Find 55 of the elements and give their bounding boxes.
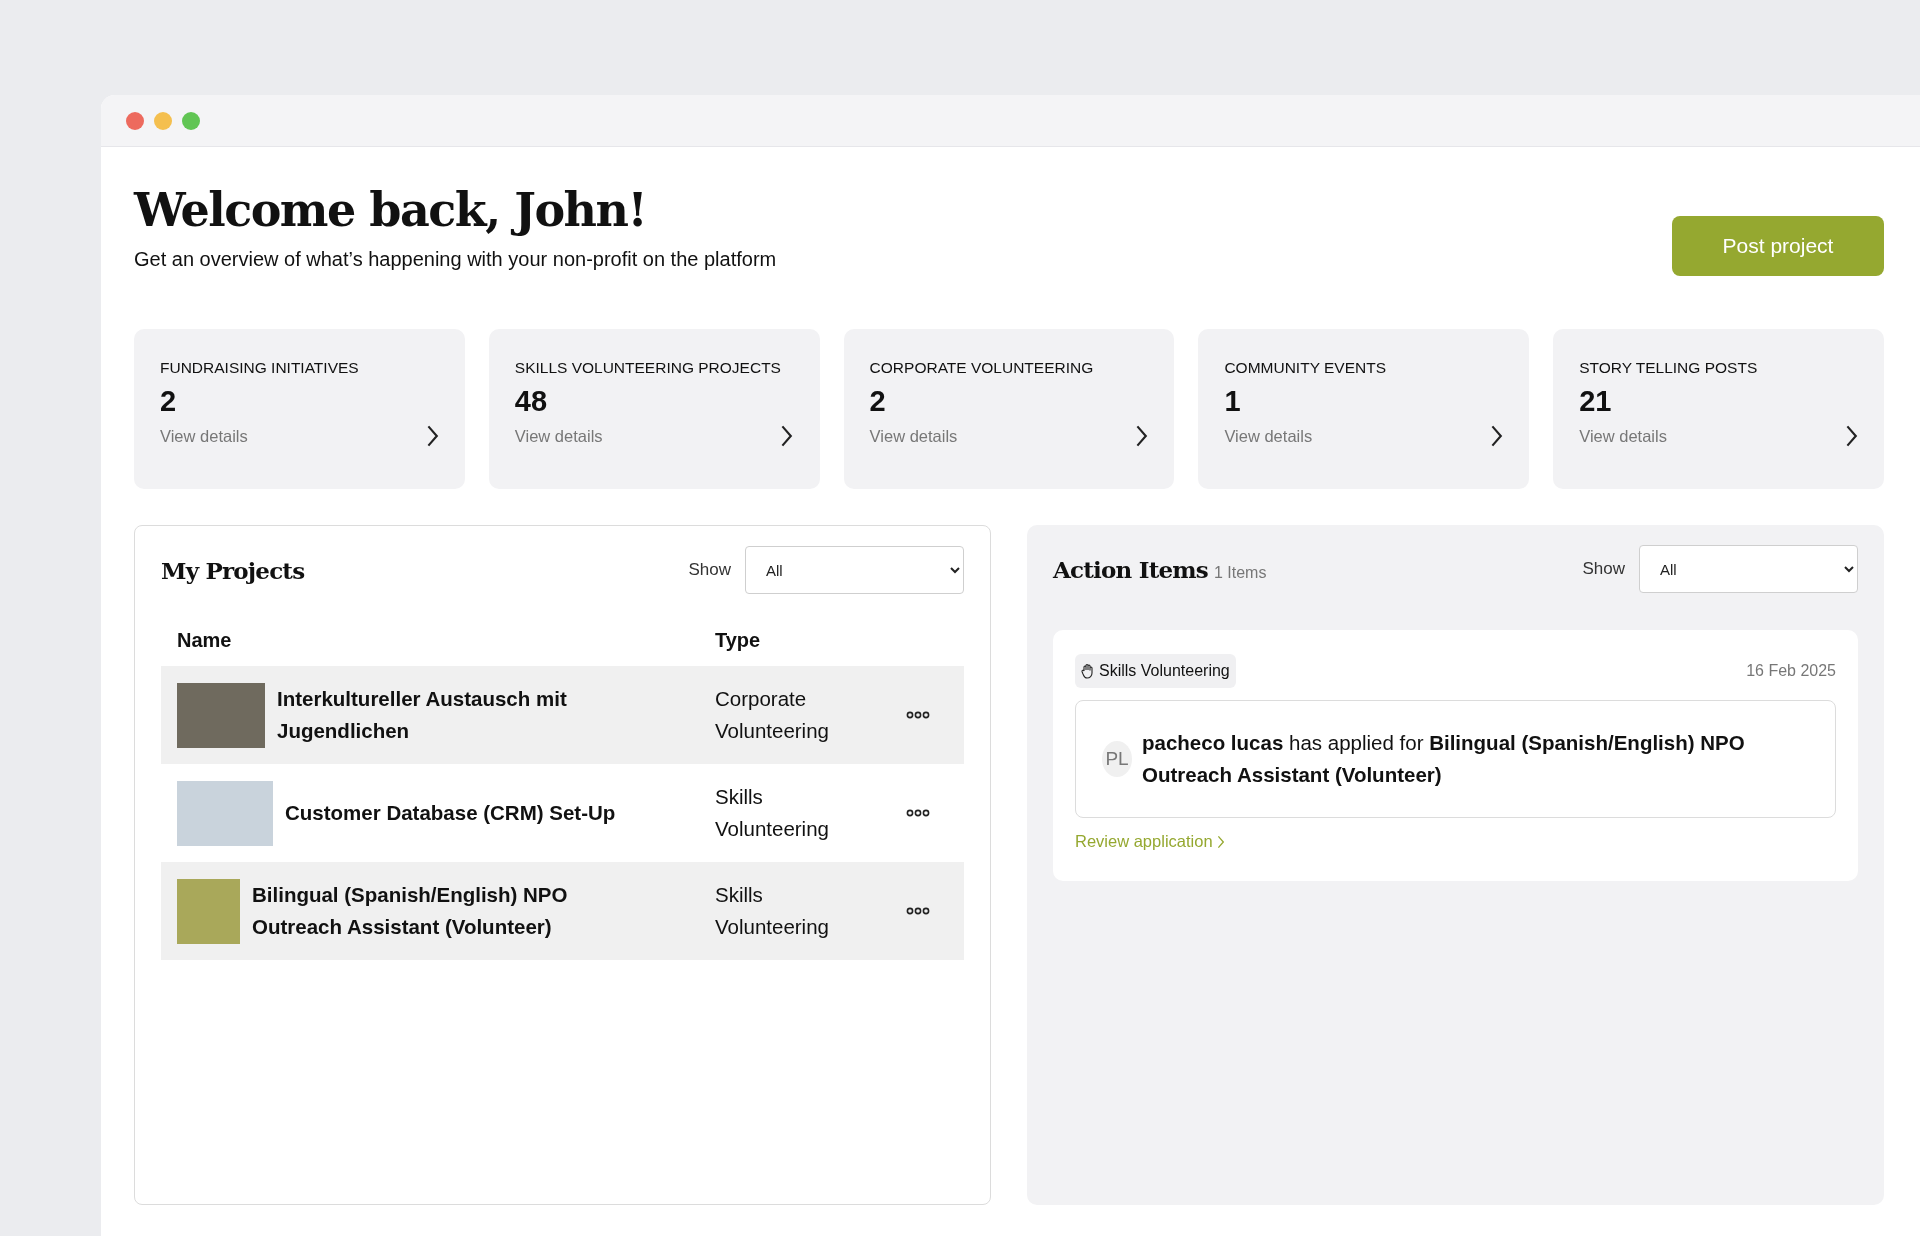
avatar: PL	[1102, 741, 1132, 777]
photo-placeholder	[177, 878, 240, 944]
chevron-right-icon	[425, 424, 439, 448]
view-details-link[interactable]: View details	[869, 426, 958, 446]
stat-card[interactable]: CORPORATE VOLUNTEERING 2 View details	[843, 329, 1175, 489]
stat-card[interactable]: STORY TELLING POSTS 21 View details	[1553, 329, 1884, 489]
stat-card[interactable]: COMMUNITY EVENTS 1 View details	[1198, 329, 1530, 489]
more-icon	[906, 907, 930, 915]
project-name: Customer Database (CRM) Set-Up	[285, 800, 616, 826]
stat-value: 21	[1579, 385, 1613, 418]
stat-value: 1	[1224, 385, 1242, 418]
filter-label: Show	[688, 560, 731, 580]
filter-label: Show	[1582, 559, 1625, 579]
hand-icon	[1081, 663, 1095, 679]
stat-label: CORPORATE VOLUNTEERING	[869, 359, 1095, 377]
stat-card[interactable]: FUNDRAISING INITIATIVES 2 View details	[134, 329, 465, 489]
column-header: Type	[715, 628, 762, 652]
chevron-right-icon	[1490, 424, 1504, 448]
items-count: 1 Items	[1214, 563, 1267, 582]
tag-label: Skills Volunteering	[1099, 662, 1230, 680]
view-details-link[interactable]: View details	[160, 426, 248, 446]
project-name: Interkultureller Austausch mit Jugendlichen	[277, 686, 568, 744]
column-header: Name	[177, 628, 233, 652]
stat-label: COMMUNITY EVENTS	[1224, 359, 1387, 377]
application-message: pacheco lucas has applied for Bilingual (Spanish/English) NPO Outreach Assistant (Volunteer)	[1142, 730, 1746, 788]
project-row[interactable]: Bilingual (Spanish/English) NPO Outreach Assistant (Volunteer) Skills Volunteering	[161, 862, 964, 960]
stat-label: SKILLS VOLUNTEERING PROJECTS	[514, 359, 782, 377]
view-details-link[interactable]: View details	[1224, 426, 1313, 446]
more-icon	[906, 711, 930, 719]
project-type: Corporate Volunteering	[715, 686, 830, 744]
filter-select[interactable]: All	[1639, 545, 1858, 593]
stat-label: STORY TELLING POSTS	[1579, 359, 1759, 377]
more-icon	[906, 809, 930, 817]
stat-value: 48	[514, 385, 549, 418]
project-name: Bilingual (Spanish/English) NPO Outreach Assistant (Volunteer)	[252, 882, 569, 940]
close-icon[interactable]	[126, 111, 144, 130]
filter-select[interactable]: All	[745, 546, 964, 594]
view-details-link[interactable]: View details	[1579, 426, 1667, 446]
panel-title: My Projects	[161, 556, 305, 584]
stat-value: 2	[160, 385, 178, 418]
stat-value: 2	[869, 385, 887, 418]
chevron-right-icon	[780, 424, 794, 448]
panel-title: Action Items	[1053, 555, 1208, 583]
stat-label: FUNDRAISING INITIATIVES	[160, 359, 360, 377]
view-details-link[interactable]: View details	[514, 426, 603, 446]
project-type: Skills Volunteering	[715, 784, 830, 842]
project-row[interactable]: Interkultureller Austausch mit Jugendlichen Corporate Volunteering	[161, 666, 964, 764]
page-subtitle: Get an overview of what’s happening with your non-profit on the platform	[134, 248, 777, 272]
chevron-right-icon	[1844, 424, 1858, 448]
item-date: 16 Feb 2025	[1746, 662, 1836, 680]
chevron-right-icon	[1135, 424, 1149, 448]
stat-card[interactable]: SKILLS VOLUNTEERING PROJECTS 48 View details	[488, 329, 820, 489]
project-type: Skills Volunteering	[715, 882, 830, 940]
chevron-right-icon	[1216, 834, 1225, 849]
page-title: Welcome back, John!	[134, 183, 648, 239]
